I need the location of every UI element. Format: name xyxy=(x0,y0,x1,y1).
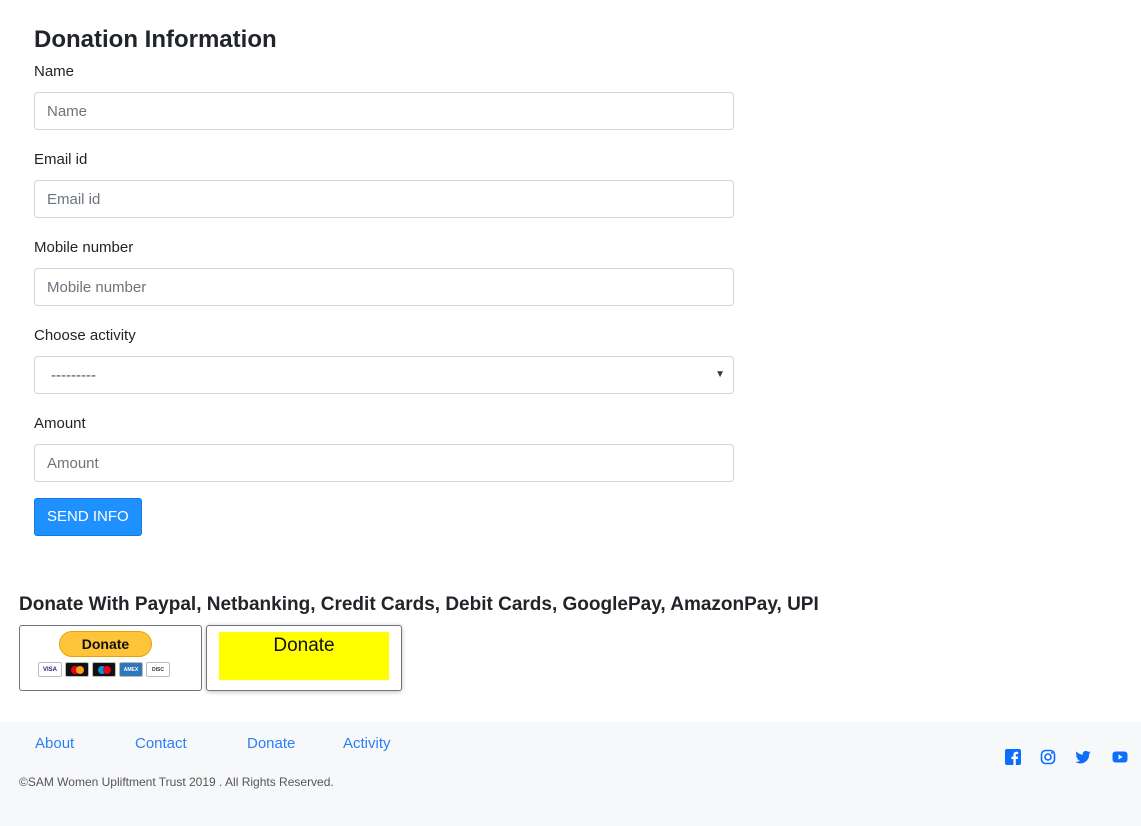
paypal-donate-button[interactable]: Donate xyxy=(59,631,152,657)
email-label: Email id xyxy=(34,151,88,168)
mobile-label: Mobile number xyxy=(34,239,134,256)
footer-link-about[interactable]: About xyxy=(35,734,74,754)
maestro-icon xyxy=(92,662,116,677)
send-info-button[interactable]: SEND INFO xyxy=(34,498,142,536)
amount-label: Amount xyxy=(34,415,86,432)
copyright-text: ©SAM Women Upliftment Trust 2019 . All R… xyxy=(19,775,334,789)
footer-link-donate[interactable]: Donate xyxy=(247,734,295,754)
activity-selected-value: --------- xyxy=(51,366,96,384)
discover-icon: DISC xyxy=(146,662,170,677)
upi-donate-widget[interactable]: Donate xyxy=(206,625,402,691)
donate-section-title: Donate With Paypal, Netbanking, Credit C… xyxy=(19,594,819,615)
amount-input[interactable] xyxy=(34,444,734,482)
visa-icon: VISA xyxy=(38,662,62,677)
twitter-icon[interactable] xyxy=(1075,749,1091,765)
youtube-icon[interactable] xyxy=(1112,749,1128,765)
american-express-icon: AMEX xyxy=(119,662,143,677)
upi-donate-button[interactable]: Donate xyxy=(219,632,389,680)
instagram-icon[interactable] xyxy=(1040,749,1056,765)
donation-form: Donation Information Name Email id Mobil… xyxy=(34,24,734,536)
card-logos: VISA AMEX DISC xyxy=(38,662,170,677)
activity-label: Choose activity xyxy=(34,327,136,344)
mastercard-icon xyxy=(65,662,89,677)
mobile-input[interactable] xyxy=(34,268,734,306)
footer-link-activity[interactable]: Activity xyxy=(343,734,391,754)
name-input[interactable] xyxy=(34,92,734,130)
form-title: Donation Information xyxy=(34,26,277,53)
chevron-down-icon: ▼ xyxy=(715,369,725,380)
email-input[interactable] xyxy=(34,180,734,218)
footer-link-contact[interactable]: Contact xyxy=(135,734,187,754)
name-label: Name xyxy=(34,63,75,80)
paypal-donate-widget[interactable]: Donate VISA AMEX DISC xyxy=(19,625,202,691)
activity-select[interactable]: --------- ▼ xyxy=(34,356,734,394)
footer: About Contact Donate Activity ©SAM Women… xyxy=(0,722,1141,826)
facebook-icon[interactable] xyxy=(1005,749,1021,765)
donation-page: Donation Information Name Email id Mobil… xyxy=(0,0,1141,826)
